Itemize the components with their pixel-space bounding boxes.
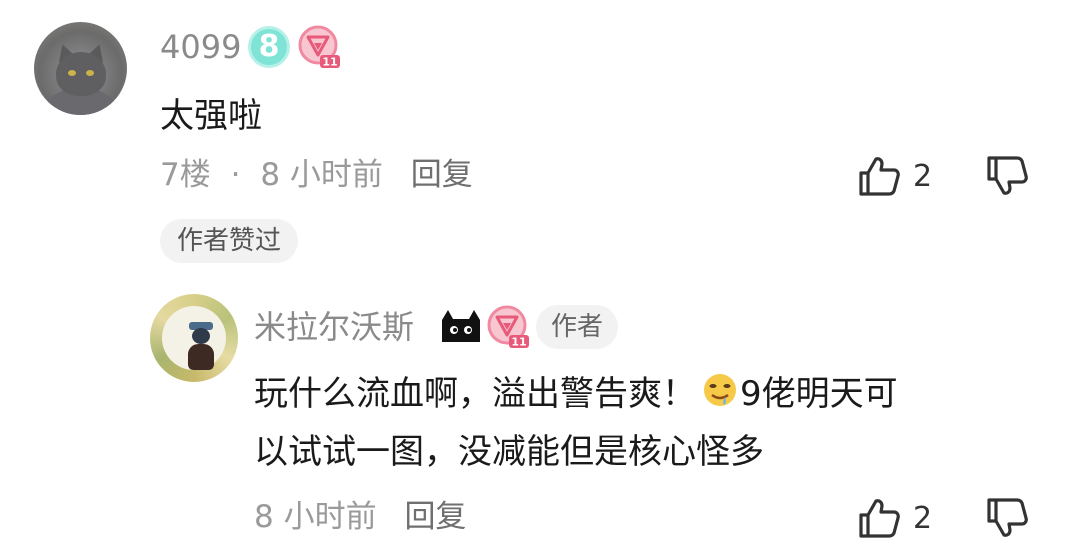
user-avatar[interactable] [34,22,127,115]
reply-reply-button[interactable]: 回复 [404,499,466,535]
reply-vip-badge-icon: 11 [487,305,531,349]
reply-like-button[interactable]: 2 [857,497,932,539]
like-count: 2 [913,158,933,194]
comment-time: 8 小时前 [260,157,383,193]
reply-text-line1: 玩什么流血啊，溢出警告爽！ 9佬明天可 [254,372,898,419]
vip-badge-icon: 11 [298,25,342,69]
author-liked-chip: 作者赞过 [160,219,299,263]
comment-thread: 4099 8 11 太强啦 7楼 · 8 小时前 回复 2 作者赞过 米拉尔沃斯… [0,0,1080,541]
reply-button[interactable]: 回复 [411,157,473,193]
level-badge-icon: 8 [248,26,290,68]
comment-text: 太强啦 [160,96,262,136]
author-tag: 作者 [536,305,619,349]
reply-text-part2: 9佬明天可 [740,374,898,415]
comment-floor: 7楼 [160,157,211,193]
vip-level-text: 11 [322,56,337,69]
like-button[interactable]: 2 [857,155,932,197]
reply-user-avatar[interactable] [150,294,238,382]
thumbs-down-icon [985,497,1029,539]
comment-username[interactable]: 4099 [160,31,241,63]
thumbs-up-icon [857,497,901,539]
thumbs-down-icon [985,155,1029,197]
reply-username[interactable]: 米拉尔沃斯 [254,311,414,343]
reply-vip-level-text: 11 [511,336,526,349]
comment-meta: 7楼 · 8 小时前 回复 [160,160,473,191]
reply-time: 8 小时前 [254,499,377,535]
reply-text-part1: 玩什么流血啊，溢出警告爽！ [254,374,696,415]
meta-separator: · [230,157,241,193]
reply-like-count: 2 [913,500,933,536]
reply-meta: 8 小时前 回复 [254,502,466,533]
dislike-button[interactable] [985,155,1029,197]
reply-dislike-button[interactable] [985,497,1029,539]
black-cat-badge-icon [440,310,482,344]
reply-text-line2: 以试试一图，没减能但是核心怪多 [254,432,764,472]
thumbs-up-icon [857,155,901,197]
drooling-face-emoji [702,372,738,419]
